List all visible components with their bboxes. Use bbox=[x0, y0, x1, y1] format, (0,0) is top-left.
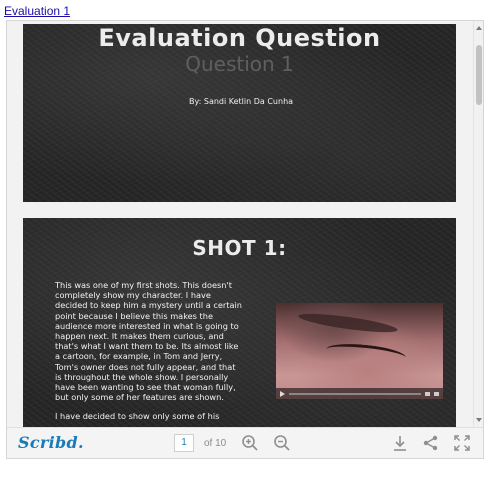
slide-title: Evaluation Question bbox=[98, 24, 381, 52]
zoom-out-icon[interactable] bbox=[273, 434, 291, 452]
slide-paragraph: This was one of my first shots. This doe… bbox=[55, 280, 242, 403]
slide-1: Evaluation Question Question 1 By: Sandi… bbox=[23, 24, 456, 202]
page-number-input[interactable]: 1 bbox=[174, 434, 194, 452]
viewer-toolbar: Scribd. 1 of 10 bbox=[7, 427, 483, 458]
fullscreen-icon[interactable] bbox=[453, 434, 471, 452]
slide-body: This was one of my first shots. This doe… bbox=[55, 280, 243, 427]
page-total-label: of 10 bbox=[204, 438, 227, 449]
scribd-logo[interactable]: Scribd. bbox=[18, 433, 84, 452]
video-controls[interactable] bbox=[276, 388, 443, 399]
evaluation-link[interactable]: Evaluation 1 bbox=[4, 4, 70, 18]
scroll-down-arrow-icon[interactable] bbox=[476, 418, 482, 422]
video-seekbar[interactable] bbox=[289, 392, 421, 395]
embedded-video[interactable] bbox=[276, 303, 443, 399]
zoom-in-icon[interactable] bbox=[241, 434, 259, 452]
scroll-up-arrow-icon[interactable] bbox=[476, 26, 482, 30]
document-viewport[interactable]: Evaluation Question Question 1 By: Sandi… bbox=[7, 21, 473, 427]
video-fullscreen-icon[interactable] bbox=[434, 391, 439, 396]
scribd-embed: Evaluation Question Question 1 By: Sandi… bbox=[6, 20, 484, 459]
share-icon[interactable] bbox=[422, 434, 440, 452]
slide-2: SHOT 1: This was one of my first shots. … bbox=[23, 218, 456, 427]
vertical-scrollbar[interactable] bbox=[473, 21, 483, 427]
volume-icon[interactable] bbox=[425, 391, 430, 396]
slide-paragraph: I have decided to show only some of his bbox=[55, 411, 220, 422]
scrollbar-thumb[interactable] bbox=[476, 45, 482, 105]
slide-byline: By: Sandi Ketlin Da Cunha bbox=[189, 97, 294, 106]
slide-title: SHOT 1: bbox=[192, 236, 287, 260]
play-icon[interactable] bbox=[280, 390, 285, 397]
download-icon[interactable] bbox=[391, 434, 409, 452]
slide-subtitle: Question 1 bbox=[185, 52, 294, 76]
